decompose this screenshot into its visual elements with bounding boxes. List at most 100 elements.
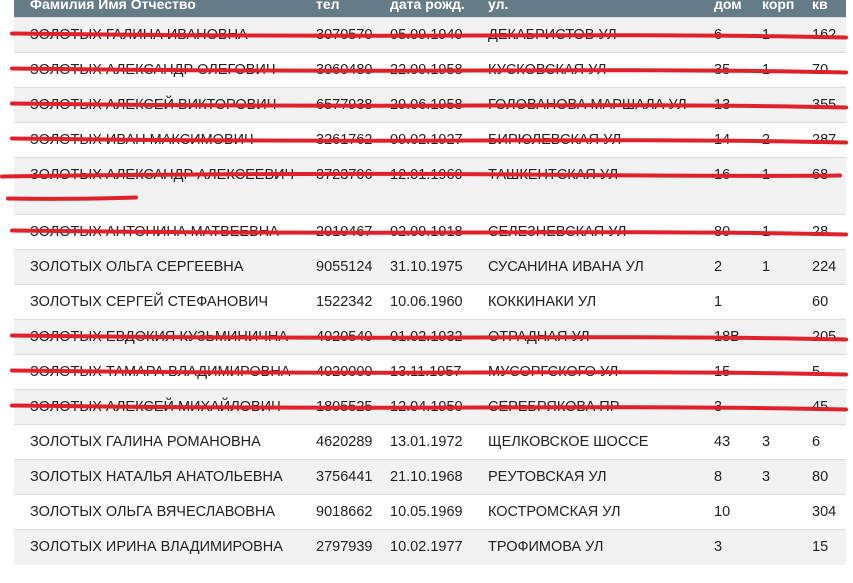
cell-corp: 1 — [754, 249, 804, 285]
cell-dob: 12.01.1960 — [382, 157, 480, 215]
cell-street: ДЕКАБРИСТОВ УЛ — [480, 17, 706, 53]
table-row: ЗОЛОТЫХ ИРИНА ВЛАДИМИРОВНА 2797939 10.02.1… — [14, 529, 846, 565]
cell-name: ЗОЛОТЫХ АЛЕКСЕЙ МИХАЙЛОВИЧ — [14, 389, 308, 425]
cell-apt: 80 — [804, 459, 846, 495]
cell-dob: 13.11.1957 — [382, 354, 480, 390]
cell-street: ОТРАДНАЯ УЛ — [480, 319, 706, 355]
cell-dob: 31.10.1975 — [382, 249, 480, 285]
cell-tel: 3756441 — [308, 459, 382, 495]
table-row: ЗОЛОТЫХ ГАЛИНА ИВАНОВНА 3070570 05.09.1940… — [14, 17, 846, 53]
cell-tel: 2010467 — [308, 214, 382, 250]
cell-apt: 5 — [804, 354, 846, 390]
cell-name: ЗОЛОТЫХ ИВАН МАКСИМОВИЧ — [14, 122, 308, 158]
cell-name: ЗОЛОТЫХ ОЛЬГА СЕРГЕЕВНА — [14, 249, 308, 285]
cell-name: ЗОЛОТЫХ СЕРГЕЙ СТЕФАНОВИЧ — [14, 284, 308, 320]
cell-apt: 60 — [804, 284, 846, 320]
table-row: ЗОЛОТЫХ АЛЕКСАНДР АЛЕКСЕЕВИЧ 3723706 12.01… — [14, 157, 846, 215]
table-row: ЗОЛОТЫХ ИВАН МАКСИМОВИЧ 3261762 09.02.1927… — [14, 122, 846, 158]
cell-corp — [754, 389, 804, 425]
table-row: ЗОЛОТЫХ АЛЕКСЕЙ МИХАЙЛОВИЧ 1805525 12.04.1… — [14, 389, 846, 425]
cell-corp: 3 — [754, 459, 804, 495]
cell-corp — [754, 494, 804, 530]
cell-apt: 70 — [804, 52, 846, 88]
cell-dob: 01.02.1932 — [382, 319, 480, 355]
cell-apt: 224 — [804, 249, 846, 285]
header-dob: дата рожд. — [382, 0, 480, 18]
cell-street: МУСОРГСКОГО УЛ — [480, 354, 706, 390]
table-viewport: Фамилия Имя Отчество тел дата рожд. ул. … — [0, 0, 853, 583]
cell-apt: 162 — [804, 17, 846, 53]
cell-house: 3 — [706, 529, 754, 565]
header-street: ул. — [480, 0, 706, 18]
cell-name: ЗОЛОТЫХ АЛЕКСАНДР АЛЕКСЕЕВИЧ — [14, 157, 308, 215]
cell-tel: 6577938 — [308, 87, 382, 123]
cell-corp — [754, 284, 804, 320]
cell-tel: 3261762 — [308, 122, 382, 158]
cell-dob: 05.09.1940 — [382, 17, 480, 53]
cell-house: 1 — [706, 284, 754, 320]
cell-name: ЗОЛОТЫХ ГАЛИНА РОМАНОВНА — [14, 424, 308, 460]
cell-corp: 1 — [754, 157, 804, 215]
cell-dob: 10.02.1977 — [382, 529, 480, 565]
cell-street: КУСКОВСКАЯ УЛ — [480, 52, 706, 88]
header-corp: корп — [754, 0, 804, 18]
cell-street: СУСАНИНА ИВАНА УЛ — [480, 249, 706, 285]
cell-apt: 304 — [804, 494, 846, 530]
cell-tel: 4020000 — [308, 354, 382, 390]
cell-tel: 1522342 — [308, 284, 382, 320]
header-apt: кв — [804, 0, 846, 18]
table-body: ЗОЛОТЫХ ГАЛИНА ИВАНОВНА 3070570 05.09.1940… — [14, 17, 846, 565]
cell-apt: 287 — [804, 122, 846, 158]
cell-name: ЗОЛОТЫХ ЕВДОКИЯ КУЗЬМИНИЧНА — [14, 319, 308, 355]
table-row: ЗОЛОТЫХ ОЛЬГА ВЯЧЕСЛАВОВНА 9018662 10.05.1… — [14, 494, 846, 530]
header-name: Фамилия Имя Отчество — [14, 0, 308, 18]
cell-corp: 1 — [754, 214, 804, 250]
cell-tel: 3070570 — [308, 17, 382, 53]
cell-house: 6 — [706, 17, 754, 53]
cell-apt: 6 — [804, 424, 846, 460]
cell-house: 10 — [706, 494, 754, 530]
cell-house: 15 — [706, 354, 754, 390]
cell-street: ГОЛОВАНОВА МАРШАЛА УЛ — [480, 87, 706, 123]
table-row: ЗОЛОТЫХ АЛЕКСАНДР ОЛЕГОВИЧ 3060480 22.09.1… — [14, 52, 846, 88]
table-row: ЗОЛОТЫХ АЛЕКСЕЙ ВИКТОРОВИЧ 6577938 29.06.1… — [14, 87, 846, 123]
table-row: ЗОЛОТЫХ ЕВДОКИЯ КУЗЬМИНИЧНА 4020540 01.02.… — [14, 319, 846, 355]
cell-street: КОСТРОМСКАЯ УЛ — [480, 494, 706, 530]
cell-tel: 3060480 — [308, 52, 382, 88]
table-row: ЗОЛОТЫХ ГАЛИНА РОМАНОВНА 4620289 13.01.197… — [14, 424, 846, 460]
cell-dob: 10.05.1969 — [382, 494, 480, 530]
cell-tel: 1805525 — [308, 389, 382, 425]
cell-apt: 28 — [804, 214, 846, 250]
cell-name: ЗОЛОТЫХ ТАМАРА ВЛАДИМИРОВНА — [14, 354, 308, 390]
header-tel: тел — [308, 0, 382, 18]
cell-tel: 4020540 — [308, 319, 382, 355]
cell-apt: 15 — [804, 529, 846, 565]
cell-name: ЗОЛОТЫХ АЛЕКСЕЙ ВИКТОРОВИЧ — [14, 87, 308, 123]
cell-name: ЗОЛОТЫХ ИРИНА ВЛАДИМИРОВНА — [14, 529, 308, 565]
header-house: дом — [706, 0, 754, 18]
cell-street: РЕУТОВСКАЯ УЛ — [480, 459, 706, 495]
cell-tel: 3723706 — [308, 157, 382, 215]
cell-name: ЗОЛОТЫХ ОЛЬГА ВЯЧЕСЛАВОВНА — [14, 494, 308, 530]
cell-tel: 4620289 — [308, 424, 382, 460]
cell-dob: 21.10.1968 — [382, 459, 480, 495]
cell-street: ТАШКЕНТСКАЯ УЛ — [480, 157, 706, 215]
cell-apt: 355 — [804, 87, 846, 123]
cell-corp — [754, 354, 804, 390]
table-row: ЗОЛОТЫХ АНТОНИНА МАТВЕЕВНА 2010467 02.09.1… — [14, 214, 846, 250]
cell-house: 35 — [706, 52, 754, 88]
cell-dob: 10.06.1960 — [382, 284, 480, 320]
cell-corp: 1 — [754, 17, 804, 53]
cell-street: ЩЕЛКОВСКОЕ ШОССЕ — [480, 424, 706, 460]
cell-corp — [754, 319, 804, 355]
cell-dob: 29.06.1958 — [382, 87, 480, 123]
cell-tel: 2797939 — [308, 529, 382, 565]
cell-tel: 9018662 — [308, 494, 382, 530]
cell-corp: 2 — [754, 122, 804, 158]
cell-corp: 3 — [754, 424, 804, 460]
cell-corp — [754, 529, 804, 565]
table-row: ЗОЛОТЫХ НАТАЛЬЯ АНАТОЛЬЕВНА 3756441 21.10.… — [14, 459, 846, 495]
cell-name: ЗОЛОТЫХ ГАЛИНА ИВАНОВНА — [14, 17, 308, 53]
cell-dob: 02.09.1918 — [382, 214, 480, 250]
cell-dob: 22.09.1958 — [382, 52, 480, 88]
